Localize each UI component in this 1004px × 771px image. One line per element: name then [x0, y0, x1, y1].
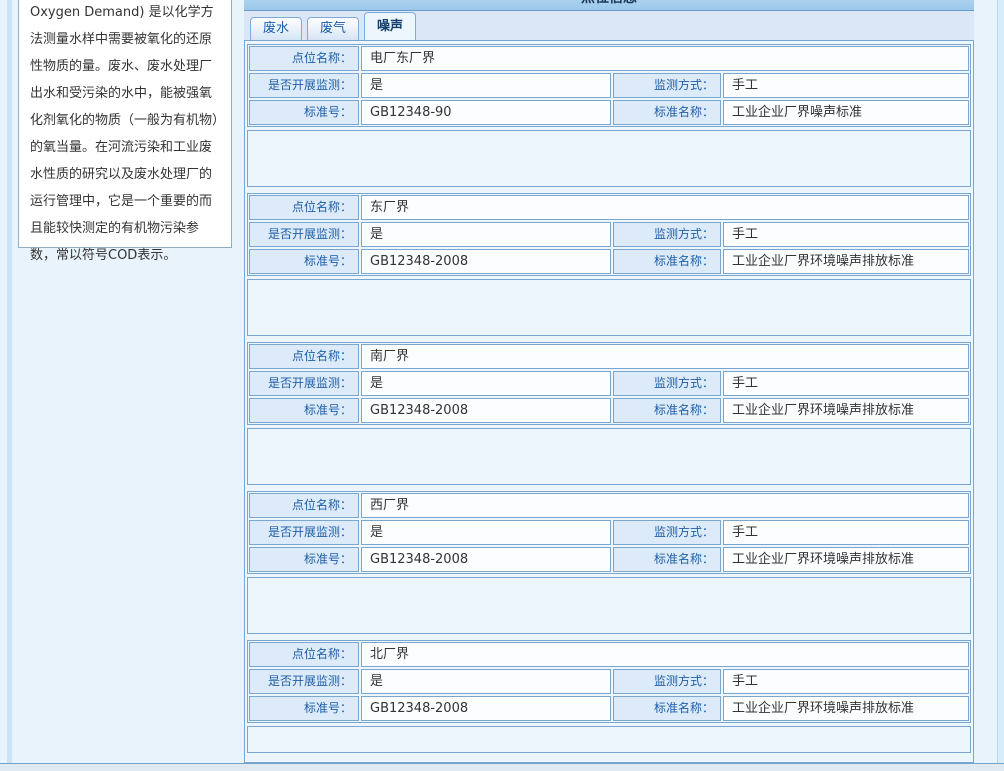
field-label-standard-no: 标准号： — [249, 249, 359, 274]
standard-name-value: 工业企业厂界噪声标准 — [723, 100, 969, 125]
section-spacer — [247, 577, 971, 634]
monitored-value: 是 — [361, 520, 611, 545]
field-label-point-name: 点位名称： — [249, 493, 359, 518]
field-label-point-name: 点位名称： — [249, 642, 359, 667]
field-label-standard-no: 标准号： — [249, 398, 359, 423]
field-label-standard-name: 标准名称： — [613, 398, 721, 423]
standard-no-value: GB12348-2008 — [361, 249, 611, 274]
point-info-table: 点位名称： 北厂界 是否开展监测： 是 监测方式： 手工 标准号： GB1234… — [247, 640, 971, 723]
field-label-point-name: 点位名称： — [249, 195, 359, 220]
method-value: 手工 — [723, 520, 969, 545]
point-name-value: 电厂东厂界 — [361, 46, 969, 71]
page-left-accent-stripe — [7, 0, 12, 770]
field-label-standard-no: 标准号： — [249, 696, 359, 721]
section-spacer — [247, 130, 971, 187]
field-label-monitored: 是否开展监测： — [249, 222, 359, 247]
method-value: 手工 — [723, 73, 969, 98]
tab-bar: 废水 废气 噪声 — [244, 11, 974, 40]
monitored-value: 是 — [361, 222, 611, 247]
tab-noise[interactable]: 噪声 — [364, 12, 416, 40]
point-name-value: 西厂界 — [361, 493, 969, 518]
panel-title: 点位信息 — [581, 0, 637, 6]
monitored-value: 是 — [361, 73, 611, 98]
section-spacer — [247, 726, 971, 753]
tab-wastewater[interactable]: 废水 — [250, 17, 302, 40]
method-value: 手工 — [723, 222, 969, 247]
field-label-point-name: 点位名称： — [249, 46, 359, 71]
panel-header: 点位信息 — [244, 0, 974, 11]
method-value: 手工 — [723, 669, 969, 694]
standard-name-value: 工业企业厂界环境噪声排放标准 — [723, 547, 969, 572]
monitoring-point-section-5: 点位名称： 北厂界 是否开展监测： 是 监测方式： 手工 标准号： GB1234… — [247, 640, 971, 753]
section-spacer — [247, 428, 971, 485]
point-name-value: 南厂界 — [361, 344, 969, 369]
point-info-table: 点位名称： 东厂界 是否开展监测： 是 监测方式： 手工 标准号： GB1234… — [247, 193, 971, 276]
field-label-method: 监测方式： — [613, 222, 721, 247]
field-label-standard-name: 标准名称： — [613, 249, 721, 274]
field-label-standard-name: 标准名称： — [613, 696, 721, 721]
point-info-content: 点位名称： 电厂东厂界 是否开展监测： 是 监测方式： 手工 标准号： GB12… — [244, 40, 974, 763]
field-label-monitored: 是否开展监测： — [249, 73, 359, 98]
method-value: 手工 — [723, 371, 969, 396]
page-right-accent-stripe — [997, 0, 1004, 770]
monitoring-point-section-3: 点位名称： 南厂界 是否开展监测： 是 监测方式： 手工 标准号： GB1234… — [247, 342, 971, 485]
standard-no-value: GB12348-90 — [361, 100, 611, 125]
standard-name-value: 工业企业厂界环境噪声排放标准 — [723, 249, 969, 274]
standard-no-value: GB12348-2008 — [361, 547, 611, 572]
field-label-method: 监测方式： — [613, 520, 721, 545]
cod-info-panel: Oxygen Demand) 是以化学方法测量水样中需要被氧化的还原性物质的量。… — [18, 0, 232, 248]
field-label-monitored: 是否开展监测： — [249, 371, 359, 396]
field-label-monitored: 是否开展监测： — [249, 669, 359, 694]
field-label-standard-no: 标准号： — [249, 100, 359, 125]
point-name-value: 东厂界 — [361, 195, 969, 220]
standard-no-value: GB12348-2008 — [361, 398, 611, 423]
field-label-monitored: 是否开展监测： — [249, 520, 359, 545]
standard-name-value: 工业企业厂界环境噪声排放标准 — [723, 398, 969, 423]
field-label-method: 监测方式： — [613, 669, 721, 694]
field-label-standard-no: 标准号： — [249, 547, 359, 572]
point-info-table: 点位名称： 西厂界 是否开展监测： 是 监测方式： 手工 标准号： GB1234… — [247, 491, 971, 574]
monitoring-point-section-1: 点位名称： 电厂东厂界 是否开展监测： 是 监测方式： 手工 标准号： GB12… — [247, 44, 971, 187]
point-info-table: 点位名称： 电厂东厂界 是否开展监测： 是 监测方式： 手工 标准号： GB12… — [247, 44, 971, 127]
standard-no-value: GB12348-2008 — [361, 696, 611, 721]
monitoring-point-section-2: 点位名称： 东厂界 是否开展监测： 是 监测方式： 手工 标准号： GB1234… — [247, 193, 971, 336]
monitoring-point-section-4: 点位名称： 西厂界 是否开展监测： 是 监测方式： 手工 标准号： GB1234… — [247, 491, 971, 634]
point-info-table: 点位名称： 南厂界 是否开展监测： 是 监测方式： 手工 标准号： GB1234… — [247, 342, 971, 425]
field-label-method: 监测方式： — [613, 371, 721, 396]
tab-waste-gas[interactable]: 废气 — [307, 17, 359, 40]
monitored-value: 是 — [361, 371, 611, 396]
field-label-standard-name: 标准名称： — [613, 547, 721, 572]
monitored-value: 是 — [361, 669, 611, 694]
point-name-value: 北厂界 — [361, 642, 969, 667]
standard-name-value: 工业企业厂界环境噪声排放标准 — [723, 696, 969, 721]
field-label-point-name: 点位名称： — [249, 344, 359, 369]
field-label-method: 监测方式： — [613, 73, 721, 98]
field-label-standard-name: 标准名称： — [613, 100, 721, 125]
section-spacer — [247, 279, 971, 336]
cod-description: Oxygen Demand) 是以化学方法测量水样中需要被氧化的还原性物质的量。… — [30, 0, 220, 269]
